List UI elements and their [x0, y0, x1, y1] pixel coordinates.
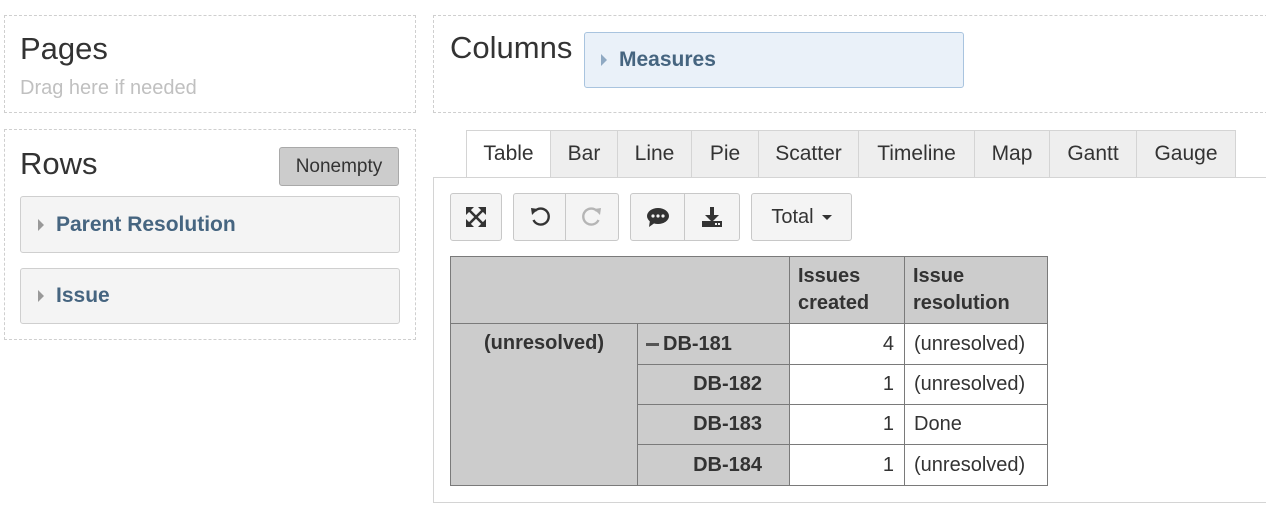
redo-button[interactable] — [565, 193, 619, 241]
cell-issue-resolution: (unresolved) — [904, 444, 1048, 486]
dimension-measures[interactable]: Measures — [584, 32, 964, 88]
fullscreen-button[interactable] — [450, 193, 502, 241]
dimension-label: Measures — [619, 48, 716, 71]
tab-timeline[interactable]: Timeline — [859, 130, 975, 178]
caret-right-icon — [601, 54, 607, 66]
rows-title: Rows — [20, 146, 98, 181]
cell-issue-resolution: (unresolved) — [904, 364, 1048, 405]
comment-icon — [646, 208, 669, 227]
undo-icon — [530, 207, 550, 226]
caret-right-icon — [38, 290, 44, 302]
column-header-issues-created[interactable]: Issues created — [789, 256, 905, 324]
chart-type-tabs: Table Bar Line Pie Scatter Timeline Map … — [466, 130, 1236, 178]
tab-map[interactable]: Map — [975, 130, 1050, 178]
undo-button[interactable] — [513, 193, 566, 241]
row-header-issue[interactable]: DB-182 — [637, 364, 790, 405]
total-dropdown[interactable]: Total — [751, 193, 852, 241]
tab-gauge[interactable]: Gauge — [1137, 130, 1236, 178]
row-header-issue[interactable]: DB-183 — [637, 404, 790, 445]
total-label: Total — [771, 205, 814, 228]
tab-line[interactable]: Line — [618, 130, 692, 178]
cell-issues-created: 1 — [789, 444, 905, 486]
tab-bar[interactable]: Bar — [551, 130, 618, 178]
dimension-label: Parent Resolution — [56, 212, 236, 236]
cell-issue-resolution: Done — [904, 404, 1048, 445]
tab-pie[interactable]: Pie — [692, 130, 759, 178]
cell-issues-created: 1 — [789, 404, 905, 445]
cell-issues-created: 4 — [789, 323, 905, 365]
fullscreen-icon — [466, 207, 486, 227]
tab-gantt[interactable]: Gantt — [1050, 130, 1137, 178]
nonempty-button[interactable]: Nonempty — [279, 147, 399, 186]
tab-table[interactable]: Table — [466, 130, 551, 178]
export-button[interactable] — [684, 193, 740, 241]
cell-issue-resolution: (unresolved) — [904, 323, 1048, 365]
columns-panel: Columns Measures — [433, 15, 1266, 113]
pages-title: Pages — [20, 31, 108, 66]
row-header-issue[interactable]: DB-184 — [637, 444, 790, 486]
column-header-issue-resolution[interactable]: Issue resolution — [904, 256, 1048, 324]
dimension-issue[interactable]: Issue — [20, 268, 400, 324]
corner-header-cell — [450, 256, 790, 324]
columns-title: Columns — [450, 30, 573, 65]
dimension-parent-resolution[interactable]: Parent Resolution — [20, 196, 400, 253]
caret-right-icon — [38, 218, 44, 231]
dimension-label: Issue — [56, 284, 110, 307]
cell-issues-created: 1 — [789, 364, 905, 405]
caret-down-icon — [821, 214, 832, 220]
pages-drop-hint: Drag here if needed — [20, 77, 197, 99]
row-header-group[interactable]: (unresolved) — [450, 323, 638, 486]
tab-scatter[interactable]: Scatter — [759, 130, 859, 178]
redo-icon — [582, 207, 601, 226]
rows-panel: Rows Nonempty Parent Resolution Issue — [4, 129, 416, 340]
comment-button[interactable] — [630, 193, 685, 241]
row-header-issue[interactable]: DB-181 — [637, 323, 790, 365]
results-table: Issues created Issue resolution (unresol… — [450, 256, 1048, 486]
download-icon — [702, 207, 722, 227]
pages-panel: Pages Drag here if needed — [4, 15, 416, 113]
collapse-minus-icon[interactable] — [646, 342, 659, 346]
